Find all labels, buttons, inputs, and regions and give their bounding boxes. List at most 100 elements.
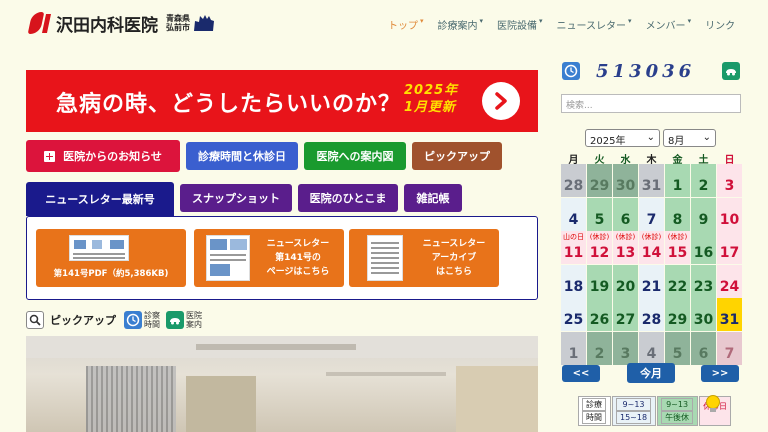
calendar-day[interactable]: 29 [665, 298, 690, 331]
newsletter-pdf-card[interactable]: 第141号PDF（約5,386KB) [36, 229, 186, 287]
calendar-day[interactable]: 9 [691, 197, 716, 231]
month-select[interactable]: 8月 ⌄ [663, 129, 716, 147]
logo-city: 青森県 弘前市 [166, 14, 190, 32]
calendar-day[interactable]: 10 [717, 197, 742, 231]
calendar-day[interactable]: 22 [665, 264, 690, 298]
calendar-day[interactable]: 29 [587, 164, 612, 197]
calendar-day[interactable]: 4 [639, 331, 664, 365]
calendar-day[interactable]: 1 [561, 331, 586, 365]
day-number: 28 [641, 312, 662, 328]
legend-label: 診療 時間 [578, 396, 611, 426]
clock-icon[interactable] [562, 62, 580, 80]
calendar-day[interactable]: (休診) 12 [587, 231, 612, 264]
calendar-day[interactable]: 17 [717, 231, 742, 264]
calendar-day[interactable]: 2 [691, 164, 716, 197]
next-month-button[interactable]: >> [701, 365, 739, 382]
calendar-day[interactable]: 25 [561, 298, 586, 331]
calendar-day[interactable]: 山の日 11 [561, 231, 586, 264]
calendar-day[interactable]: 8 [665, 197, 690, 231]
day-number: 15 [667, 245, 688, 261]
day-number: 11 [563, 245, 584, 261]
day-number: 5 [672, 345, 683, 362]
day-number: 7 [646, 211, 657, 228]
nav-item-4[interactable]: メンバー [646, 17, 686, 32]
current-month-button[interactable]: 今月 [627, 363, 675, 383]
city-line2: 弘前市 [166, 23, 190, 32]
calendar-day[interactable]: 31 [639, 164, 664, 197]
calendar-day[interactable]: 1 [665, 164, 690, 197]
day-number: 27 [615, 312, 636, 328]
calendar-day[interactable]: 7 [639, 197, 664, 231]
newsletter-page-line2: 第141号の [275, 253, 321, 263]
hours-button[interactable]: 診療時間と休診日 [186, 142, 298, 170]
calendar-day[interactable]: 26 [587, 298, 612, 331]
site-logo[interactable]: 沢田内科医院 青森県 弘前市 [27, 10, 216, 36]
tab-snapshot[interactable]: スナップショット [180, 184, 292, 212]
year-select[interactable]: 2025年 ⌄ [585, 129, 660, 147]
calendar-day[interactable]: 4 [561, 197, 586, 231]
tab-clinic-moments[interactable]: 医院のひとこま [298, 184, 398, 212]
tab-clinic-moments-label: 医院のひとこま [309, 192, 387, 205]
info-button-row: 医院からのお知らせ 診療時間と休診日 医院への案内図 ピックアップ [26, 140, 508, 172]
map-button[interactable]: 医院への案内図 [304, 142, 406, 170]
notice-button[interactable]: 医院からのお知らせ [26, 140, 180, 172]
clock-icon[interactable] [124, 311, 142, 329]
calendar-day[interactable]: 31 [717, 298, 742, 331]
car-icon[interactable] [166, 311, 184, 329]
newsletter-pdf-label: 第141号PDF（約5,386KB) [53, 269, 169, 279]
calendar-day[interactable]: 3 [613, 331, 638, 365]
calendar-day[interactable]: 20 [613, 264, 638, 298]
calendar-day[interactable]: 23 [691, 264, 716, 298]
calendar-day[interactable]: 21 [639, 264, 664, 298]
pickup-hours-l1: 診察 [144, 311, 160, 320]
day-note: (休診) [589, 233, 610, 241]
chevron-down-icon: ▾ [687, 17, 692, 25]
calendar-day[interactable]: 24 [717, 264, 742, 298]
nav-item-1[interactable]: 診療案内 [438, 17, 478, 32]
calendar-day[interactable]: 28 [639, 298, 664, 331]
calendar-day[interactable]: 30 [613, 164, 638, 197]
calendar-day[interactable]: 28 [561, 164, 586, 197]
calendar-day[interactable]: (休診) 13 [613, 231, 638, 264]
day-note: (休診) [667, 233, 688, 241]
pickup-button[interactable]: ピックアップ [412, 142, 502, 170]
calendar-day[interactable]: 16 [691, 231, 716, 264]
calendar-day[interactable]: 18 [561, 264, 586, 298]
calendar-day[interactable]: (休診) 14 [639, 231, 664, 264]
calendar-day[interactable]: 5 [665, 331, 690, 365]
day-number: 6 [698, 345, 709, 362]
nav-item-3[interactable]: ニュースレター [557, 17, 627, 32]
notice-button-label: 医院からのお知らせ [63, 150, 162, 163]
calendar-day[interactable]: 30 [691, 298, 716, 331]
emergency-banner[interactable]: 急病の時、どうしたらいいのか？ 2025年 1月更新 [26, 70, 538, 132]
newsletter-page-card[interactable]: ニュースレター 第141号の ページはこちら [194, 229, 344, 287]
calendar-day[interactable]: 6 [613, 197, 638, 231]
calendar-day[interactable]: 5 [587, 197, 612, 231]
arrow-right-icon[interactable] [482, 82, 520, 120]
nav-item-0[interactable]: トップ [388, 17, 418, 32]
chevron-down-icon: ▾ [539, 17, 543, 25]
search-input[interactable]: 検索... [561, 94, 741, 113]
pickup-access-label: 医院 案内 [186, 311, 202, 329]
day-number: 1 [672, 178, 683, 194]
calendar-day[interactable]: 3 [717, 164, 742, 197]
pickup-hours-l2: 時間 [144, 320, 160, 329]
day-number: 26 [589, 312, 610, 328]
calendar-day[interactable]: 27 [613, 298, 638, 331]
calendar-day[interactable]: 6 [691, 331, 716, 365]
tab-latest-newsletter[interactable]: ニュースレター最新号 [26, 182, 174, 216]
legend-full-day-l1: 9~13 [616, 398, 652, 411]
tab-notebook[interactable]: 雑記帳 [404, 184, 462, 212]
car-icon[interactable] [722, 62, 740, 80]
calendar-day[interactable]: 7 [717, 331, 742, 365]
calendar-day[interactable]: 19 [587, 264, 612, 298]
prev-month-button[interactable]: << [562, 365, 600, 382]
calendar-day[interactable]: (休診) 15 [665, 231, 690, 264]
calendar-day[interactable]: 2 [587, 331, 612, 365]
day-number: 19 [589, 278, 610, 295]
nav-item-5[interactable]: リンク [705, 17, 735, 32]
nav-item-2[interactable]: 医院設備 [497, 17, 537, 32]
newsletter-archive-card[interactable]: ニュースレター アーカイブ はこちら [349, 229, 499, 287]
legend-label-l1: 診療 [582, 398, 606, 411]
day-number: 28 [563, 178, 584, 194]
